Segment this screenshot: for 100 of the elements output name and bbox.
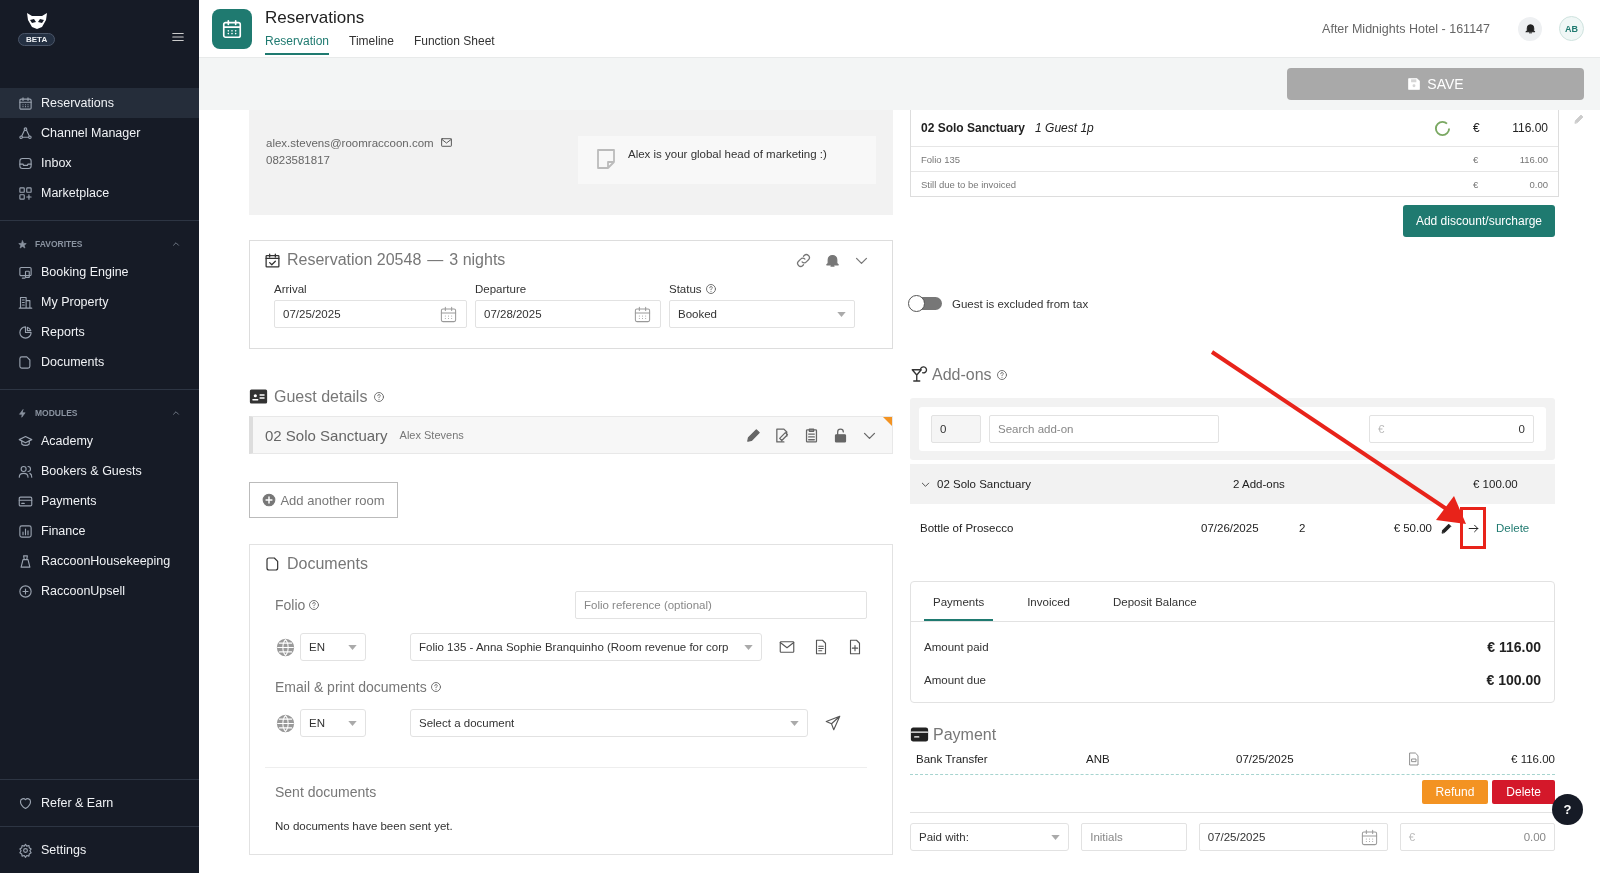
sidebar-item[interactable]: Bookers & Guests (0, 456, 199, 486)
date-field[interactable]: 07/25/2025 (274, 300, 467, 328)
sidebar-item[interactable]: Refer & Earn (0, 788, 199, 818)
addon-search-field[interactable]: Search add-on (989, 415, 1219, 443)
sidebar-item[interactable]: Reports (0, 317, 199, 347)
sidebar-item[interactable]: Settings (0, 835, 199, 865)
id-card-icon (249, 387, 268, 406)
hotel-name: After Midnights Hotel - 161147 (1322, 21, 1490, 36)
signature-icon[interactable] (774, 426, 791, 444)
calendar-icon[interactable] (439, 304, 458, 324)
addon-group-row[interactable]: 02 Solo Sanctuary 2 Add-ons € 100.00 (910, 464, 1555, 504)
help-icon[interactable] (995, 369, 1008, 381)
menu-icon[interactable] (171, 30, 185, 44)
envelope-icon[interactable] (778, 638, 796, 656)
pencil-icon[interactable] (1439, 521, 1453, 535)
sidebar-item[interactable]: Marketplace (0, 178, 199, 208)
price-field[interactable]: € 0 (1369, 415, 1534, 443)
sidebar-item[interactable]: Finance (0, 516, 199, 546)
tax-toggle[interactable] (910, 297, 942, 310)
room-name: 02 Solo Sanctuary (921, 121, 1026, 135)
unlock-icon[interactable] (832, 426, 849, 444)
line-amount: 0.00 (1528, 178, 1548, 190)
sidebar-item[interactable]: Reservations (0, 88, 199, 118)
field-label: Arrival (274, 283, 307, 295)
send-icon[interactable] (824, 714, 842, 732)
initials-field[interactable]: Initials (1081, 823, 1187, 851)
beta-badge: BETA (18, 33, 56, 46)
empty-message: No documents have been sent yet. (275, 820, 454, 832)
tab[interactable]: Reservation (265, 34, 330, 55)
help-icon[interactable] (308, 599, 321, 611)
sidebar-item[interactable]: Payments (0, 486, 199, 516)
document-select[interactable]: Select a document (410, 709, 808, 737)
section-header[interactable]: MODULES (0, 402, 199, 426)
building-icon (18, 294, 33, 310)
receipt-icon[interactable] (1406, 751, 1422, 767)
sidebar-item[interactable]: Inbox (0, 148, 199, 178)
amount-field[interactable]: € 0.00 (1399, 823, 1555, 851)
sidebar-item[interactable]: RaccoonHousekeeping (0, 546, 199, 576)
folio-select[interactable]: Folio 135 - Anna Sophie Branquinho (Room revenue for corp (410, 633, 762, 661)
link-icon[interactable] (795, 251, 812, 269)
lightning-icon (18, 408, 27, 418)
sidebar-item[interactable]: My Property (0, 287, 199, 317)
caret-icon (837, 311, 846, 317)
sidebar-item[interactable]: Academy (0, 426, 199, 456)
guest-note[interactable]: Alex is your global head of marketing :) (578, 136, 876, 184)
status-select[interactable]: Booked (669, 300, 855, 328)
star-icon (18, 239, 27, 249)
loading-spinner-icon (1434, 119, 1451, 137)
addon-quantity: 2 (1299, 522, 1307, 534)
delete-link[interactable]: Delete (1496, 522, 1555, 534)
room-name: 02 Solo Sanctuary (265, 426, 388, 444)
tab[interactable]: Timeline (349, 34, 394, 55)
sidebar-item[interactable]: RaccoonUpsell (0, 576, 199, 606)
user-avatar[interactable]: AB (1559, 16, 1584, 41)
calendar-icon[interactable] (633, 304, 652, 324)
add-room-button[interactable]: Add another room (249, 482, 398, 518)
help-icon[interactable] (429, 681, 442, 693)
balance-label: Amount due (924, 674, 986, 686)
raccoon-logo-icon[interactable] (25, 12, 48, 30)
tab[interactable]: Function Sheet (413, 34, 495, 55)
guest-email: alex.stevens@roomraccoon.com (266, 136, 434, 149)
tab[interactable]: Invoiced (1018, 582, 1079, 621)
calendar-icon[interactable] (1359, 827, 1379, 847)
date-field[interactable]: 07/28/2025 (475, 300, 661, 328)
language-select[interactable]: EN (300, 633, 366, 661)
quantity-field[interactable]: 0 (931, 415, 981, 443)
sidebar-item[interactable]: Booking Engine (0, 257, 199, 287)
line-label: Folio 135 (921, 153, 961, 165)
help-button[interactable]: ? (1552, 794, 1583, 825)
payment-date: 07/25/2025 (1236, 753, 1295, 765)
sidebar-item[interactable]: Channel Manager (0, 118, 199, 148)
credit-card-icon (910, 725, 929, 744)
note-text: Alex is your global head of marketing :) (628, 147, 827, 160)
calendar-check-icon (264, 251, 281, 269)
room-row[interactable]: 02 Solo Sanctuary Alex Stevens (249, 416, 893, 454)
clipboard-icon[interactable] (803, 426, 820, 444)
date-field[interactable]: 07/25/2025 (1198, 823, 1388, 851)
add-discount-button[interactable]: Add discount/surcharge (1402, 205, 1555, 237)
app-logo[interactable] (212, 8, 252, 49)
globe-icon (275, 712, 296, 734)
folio-label: Folio (275, 597, 306, 613)
payment-method: Bank Transfer (916, 753, 989, 765)
guest-phone: 0823581817 (266, 154, 331, 166)
settings-icon (18, 842, 33, 858)
tab[interactable]: Payments (924, 582, 994, 621)
room-total: 116.00 (1511, 121, 1548, 135)
payment-method-select[interactable]: Paid with: (910, 823, 1070, 851)
section-title: Documents (287, 555, 368, 573)
addon-price: € 50.00 (1392, 522, 1432, 534)
folio-reference-field[interactable]: Folio reference (optional) (575, 591, 867, 619)
section-header[interactable]: FAVORITES (0, 233, 199, 257)
plus-circle-icon (262, 493, 277, 507)
delete-button[interactable]: Delete (1492, 780, 1555, 804)
help-icon[interactable] (373, 390, 386, 403)
currency: € (1473, 153, 1480, 165)
language-select[interactable]: EN (300, 709, 366, 737)
help-icon[interactable] (704, 283, 717, 295)
tab[interactable]: Deposit Balance (1104, 582, 1206, 621)
notification-button[interactable] (1518, 16, 1542, 41)
sidebar-item[interactable]: Documents (0, 347, 199, 377)
